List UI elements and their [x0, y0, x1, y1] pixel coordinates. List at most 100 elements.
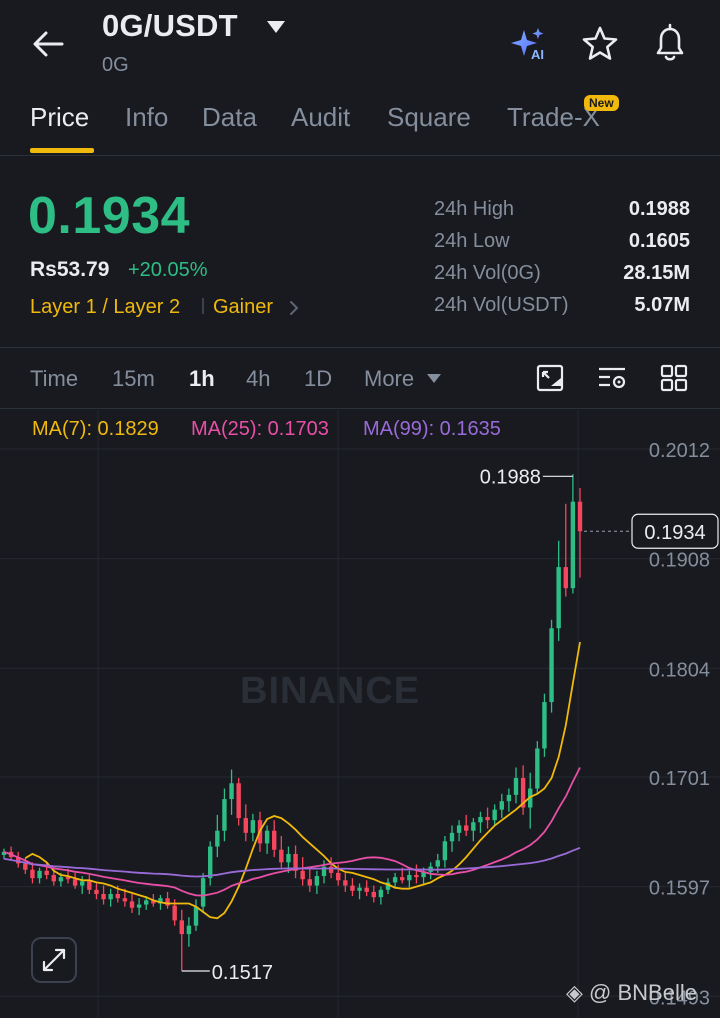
candle-body	[577, 501, 583, 532]
expand-icon	[42, 948, 66, 972]
ma7-label: MA(7): 0.1829	[32, 418, 159, 440]
tag-layer[interactable]: Layer 1 / Layer 2	[30, 296, 180, 319]
candle-body	[23, 863, 28, 870]
price-divider	[0, 347, 720, 348]
tab-square[interactable]: Square	[387, 102, 471, 133]
candle-body	[80, 881, 85, 886]
candle-body	[30, 869, 35, 879]
candle-body	[328, 866, 334, 873]
candle-body	[542, 702, 547, 749]
pair-subtitle: 0G	[102, 54, 129, 76]
candle-body	[499, 801, 504, 810]
tab-audit[interactable]: Audit	[291, 102, 350, 133]
candle-body	[200, 878, 206, 907]
candlestick-chart[interactable]: 0.20120.19080.18040.17010.15970.14930.19…	[0, 410, 720, 1018]
candle-body	[492, 809, 497, 821]
candle-body	[51, 875, 56, 882]
interval-1d[interactable]: 1D	[304, 366, 332, 392]
candle-body	[464, 825, 469, 831]
tab-data[interactable]: Data	[202, 102, 257, 133]
candle-body	[144, 900, 149, 905]
candle-body	[535, 748, 540, 789]
binance-watermark: BINANCE	[240, 670, 421, 712]
grid-layout-icon[interactable]	[658, 362, 690, 394]
candle-body	[485, 817, 490, 821]
candle-body	[186, 925, 192, 935]
ma99-label: MA(99): 0.1635	[363, 418, 501, 440]
fiat-price: Rs53.79	[30, 258, 110, 281]
indicator-settings-icon[interactable]	[596, 362, 628, 394]
favorite-star-icon[interactable]	[580, 24, 620, 64]
tag-gainer[interactable]: Gainer	[213, 296, 273, 319]
candle-body	[357, 887, 362, 891]
interval-15m[interactable]: 15m	[112, 366, 155, 392]
candle-body	[392, 877, 398, 883]
y-tick-label: 0.1597	[649, 878, 710, 900]
candle-body	[570, 501, 576, 589]
last-price-tag: 0.1934	[644, 522, 705, 544]
interval-4h[interactable]: 4h	[246, 366, 270, 392]
candle-body	[300, 870, 305, 880]
candle-body	[215, 830, 220, 847]
candle-body	[449, 832, 455, 842]
interval-divider	[0, 408, 720, 409]
candle-body	[563, 567, 568, 589]
candle-body	[165, 898, 170, 906]
y-tick-label: 0.1701	[649, 768, 710, 790]
binance-diamond-icon: ◈	[566, 980, 583, 1005]
caret-down-icon[interactable]	[266, 20, 286, 34]
candle-body	[101, 894, 106, 900]
candle-body	[513, 778, 519, 795]
candle-body	[478, 817, 483, 823]
candle-body	[136, 904, 142, 908]
price-change-percent: +20.05%	[128, 259, 208, 281]
notification-bell-icon[interactable]	[650, 22, 690, 64]
y-tick-label: 0.1804	[649, 659, 710, 681]
tag-separator	[202, 298, 204, 314]
candle-body	[471, 822, 476, 831]
candle-body	[435, 860, 440, 867]
stat-value-vol-base: 28.15M	[623, 262, 690, 284]
chevron-right-icon[interactable]	[288, 299, 300, 317]
interval-time[interactable]: Time	[30, 366, 78, 392]
stat-label-vol-base: 24h Vol(0G)	[434, 262, 541, 284]
stat-label-vol-quote: 24h Vol(USDT)	[434, 294, 569, 316]
candle-body	[350, 885, 355, 891]
stat-value-low: 0.1605	[628, 230, 690, 252]
interval-more[interactable]: More	[364, 366, 414, 392]
candle-body	[108, 894, 113, 900]
pair-title[interactable]: 0G/USDT	[102, 8, 238, 44]
candle-body	[94, 889, 99, 894]
ai-label: AI	[531, 47, 544, 62]
candle-body	[179, 920, 184, 935]
stat-value-vol-quote: 5.07M	[634, 294, 690, 316]
author-credit: ◈ @ BNBelle	[566, 980, 697, 1005]
interval-1h[interactable]: 1h	[189, 366, 215, 392]
tab-price[interactable]: Price	[30, 102, 89, 133]
candle-body	[115, 894, 120, 899]
candle-body	[122, 898, 128, 902]
candle-body	[222, 799, 227, 831]
candle-body	[378, 889, 384, 898]
back-arrow-icon[interactable]	[28, 24, 68, 64]
candle-body	[58, 877, 64, 882]
candle-body	[44, 870, 49, 876]
y-tick-label: 0.2012	[649, 440, 710, 462]
candle-body	[279, 849, 284, 863]
last-price: 0.1934	[28, 187, 191, 245]
stat-value-high: 0.1988	[628, 198, 690, 220]
ai-sparkle-icon[interactable]: AI	[510, 26, 550, 62]
depth-chart-icon[interactable]	[534, 362, 566, 394]
candle-body	[414, 875, 419, 878]
tab-info[interactable]: Info	[125, 102, 168, 133]
candle-body	[229, 783, 234, 800]
candle-body	[286, 853, 291, 863]
candle-body	[456, 825, 462, 833]
candle-body	[400, 877, 405, 881]
candle-body	[442, 841, 448, 861]
new-badge: New	[584, 95, 619, 111]
fullscreen-button[interactable]	[31, 937, 77, 983]
ma25-label: MA(25): 0.1703	[191, 418, 329, 440]
stat-label-low: 24h Low	[434, 230, 510, 252]
more-caret-icon[interactable]	[426, 373, 442, 384]
